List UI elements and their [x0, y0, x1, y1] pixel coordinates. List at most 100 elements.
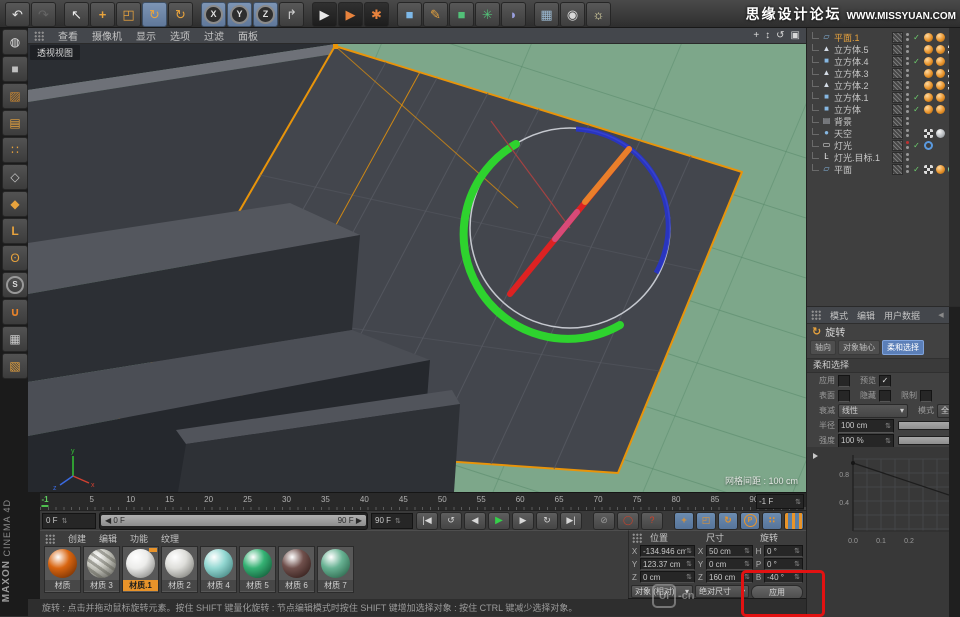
object-name[interactable]: 平面 — [834, 163, 890, 176]
layer-tag-icon[interactable] — [892, 92, 903, 103]
layer-tag-icon[interactable] — [892, 68, 903, 79]
b-rotation-field[interactable]: -40 °⇅ — [764, 571, 803, 583]
make-editable-button[interactable]: ◍ — [2, 29, 28, 55]
object-row[interactable]: ▱平面.1✓ — [807, 31, 960, 43]
mat-tag-icon[interactable] — [924, 57, 933, 66]
mat-tag-icon[interactable] — [924, 69, 933, 78]
rotate-button[interactable]: ↻ — [142, 2, 167, 27]
attribute-manager-scrollbar[interactable] — [949, 307, 960, 617]
mat-tag-icon[interactable] — [936, 33, 945, 42]
attr-menu-编辑[interactable]: 编辑 — [857, 309, 875, 322]
scale-button[interactable]: ◰ — [116, 2, 141, 27]
checkbox-应用[interactable] — [838, 375, 850, 387]
timeline-tick-25[interactable]: 25 — [243, 495, 252, 504]
layer-tag-icon[interactable] — [892, 116, 903, 127]
falloff-curve-point[interactable] — [851, 461, 855, 465]
checkbox-表面[interactable] — [838, 390, 850, 402]
move-button[interactable]: + — [90, 2, 115, 27]
visibility-dots[interactable] — [906, 92, 909, 102]
timeline-tick-85[interactable]: 85 — [710, 495, 719, 504]
spinner-icon[interactable]: ⇅ — [794, 573, 800, 581]
mat-tag-icon[interactable] — [936, 105, 945, 114]
timeline-tick-70[interactable]: 70 — [594, 495, 603, 504]
layer-tag-icon[interactable] — [892, 44, 903, 55]
mat-tag-icon[interactable] — [936, 69, 945, 78]
magnet-tool-button[interactable]: ∪ — [2, 299, 28, 325]
viewport-menu-摄像机[interactable]: 摄像机 — [92, 28, 122, 43]
visibility-dots[interactable] — [906, 164, 909, 174]
key-rotation-button[interactable]: ↻ — [718, 512, 738, 530]
model-mode-button[interactable]: ■ — [2, 56, 28, 82]
object-row[interactable]: ▲立方体.2 — [807, 79, 960, 91]
timeline-frame-field[interactable]: -1 F ⇅ — [756, 494, 804, 509]
polygons-mode-button[interactable]: ◆ — [2, 191, 28, 217]
add-environment-button[interactable]: ▦ — [534, 2, 559, 27]
object-row[interactable]: ■立方体.4✓ — [807, 55, 960, 67]
spinner-icon[interactable]: ⇅ — [686, 560, 692, 568]
keyframe-selection-button[interactable]: ? — [641, 512, 663, 530]
perspective-viewport[interactable]: y x z 查看摄像机显示选项过滤面板+↕↺▣ 透视视图 网格间距 : 100 … — [28, 28, 807, 492]
apply-button[interactable]: 应用 — [751, 585, 803, 598]
z-size-field[interactable]: 160 cm⇅ — [706, 571, 753, 583]
key-position-button[interactable]: + — [674, 512, 694, 530]
spinner-icon[interactable]: ⇅ — [794, 547, 800, 555]
object-row[interactable]: ▭灯光✓ — [807, 139, 960, 151]
points-mode-button[interactable]: ∷ — [2, 137, 28, 163]
viewport-menu-显示[interactable]: 显示 — [136, 28, 156, 43]
viewport-menu-过滤[interactable]: 过滤 — [204, 28, 224, 43]
material-swatch[interactable]: 材质 2 — [161, 546, 198, 593]
render-view-button[interactable]: ▶ — [312, 2, 337, 27]
timeline-tick-10[interactable]: 10 — [126, 495, 135, 504]
visibility-dots[interactable] — [906, 56, 909, 66]
spinner-icon[interactable]: ⇅ — [885, 437, 891, 445]
spinner-icon[interactable]: ⇅ — [744, 560, 750, 568]
spinner-icon[interactable]: ⇅ — [795, 498, 801, 506]
enabled-checkmark-icon[interactable]: ✓ — [912, 165, 921, 174]
toggle-view-icon[interactable]: ▣ — [791, 30, 800, 41]
workplane-mode-button[interactable]: ▤ — [2, 110, 28, 136]
layer-tag-icon[interactable] — [892, 164, 903, 175]
material-menu-编辑[interactable]: 编辑 — [99, 532, 117, 545]
timeline-tick-80[interactable]: 80 — [672, 495, 681, 504]
mat-tag-icon[interactable] — [936, 45, 945, 54]
undo-button[interactable]: ↶ — [5, 2, 30, 27]
object-row[interactable]: ▲立方体.3 — [807, 67, 960, 79]
object-row[interactable]: ▤背景 — [807, 115, 960, 127]
visibility-dots[interactable] — [906, 80, 909, 90]
layer-tag-icon[interactable] — [892, 104, 903, 115]
timeline-tick-45[interactable]: 45 — [399, 495, 408, 504]
visibility-dots[interactable] — [906, 44, 909, 54]
pan-view-icon[interactable]: + — [753, 30, 759, 41]
timeline-tick-65[interactable]: 65 — [555, 495, 564, 504]
play-forwards-button[interactable]: ▶ — [488, 512, 510, 530]
zoom-view-icon[interactable]: ↕ — [765, 30, 770, 41]
y-axis-lock-button[interactable]: Y — [227, 2, 252, 27]
viewport-menu-面板[interactable]: 面板 — [238, 28, 258, 43]
半径-value-field[interactable]: 100 cm⇅ — [838, 419, 894, 433]
spinner-icon[interactable]: ⇅ — [744, 573, 750, 581]
object-row[interactable]: ▲立方体.5 — [807, 43, 960, 55]
checkbox-隐藏[interactable] — [879, 390, 891, 402]
timeline-tick-55[interactable]: 55 — [477, 495, 486, 504]
snap-settings-button[interactable]: S — [2, 272, 28, 298]
timeline-tick-5[interactable]: 5 — [90, 495, 94, 504]
panel-grip-icon[interactable] — [45, 534, 55, 544]
object-row[interactable]: Ŀ灯光.目标.1 — [807, 151, 960, 163]
attr-menu-用户数据[interactable]: 用户数据 — [884, 309, 920, 322]
material-menu-创建[interactable]: 创建 — [68, 532, 86, 545]
timeline-tick-60[interactable]: 60 — [516, 495, 525, 504]
checker-tag-icon[interactable] — [924, 165, 933, 174]
material-swatch[interactable]: 材质 7 — [317, 546, 354, 593]
mat-tag-icon[interactable] — [924, 93, 933, 102]
mat-tag-icon[interactable] — [924, 105, 933, 114]
render-settings-button[interactable]: ✱ — [364, 2, 389, 27]
render-picture-viewer-button[interactable]: ▶ — [338, 2, 363, 27]
layer-tag-icon[interactable] — [892, 32, 903, 43]
object-row[interactable]: ■立方体.1✓ — [807, 91, 960, 103]
frame-range-bar[interactable]: ◀ 0 F 90 F ▶ — [101, 515, 366, 526]
timeline-tick-50[interactable]: 50 — [438, 495, 447, 504]
enabled-checkmark-icon[interactable]: ✓ — [912, 93, 921, 102]
material-swatch[interactable]: 材质 — [44, 546, 81, 593]
autokeying-button[interactable]: ◯ — [617, 512, 639, 530]
mat-tag-icon[interactable] — [936, 57, 945, 66]
